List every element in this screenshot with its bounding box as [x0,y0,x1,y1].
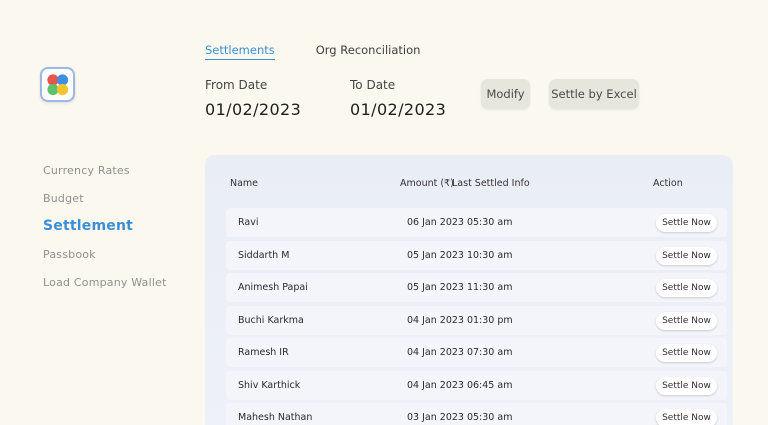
sidebar-item-currency-rates[interactable]: Currency Rates [43,156,193,184]
table-row: Siddarth M 05 Jan 2023 10:30 am Settle N… [226,241,727,270]
settle-now-button[interactable]: Settle Now [656,344,717,362]
row-name: Mahesh Nathan [238,412,313,423]
row-last-settled: 04 Jan 2023 06:45 am [407,380,513,391]
settle-now-button[interactable]: Settle Now [656,214,717,232]
settle-now-button[interactable]: Settle Now [656,377,717,395]
tab-bar: Settlements Org Reconciliation [205,43,420,60]
settlement-table: Name Amount (₹) Last Settled Info Action… [205,155,733,425]
settle-now-button[interactable]: Settle Now [656,312,717,330]
four-petal-logo-icon [47,74,69,96]
to-date-field[interactable]: 01/02/2023 [350,100,446,119]
from-date-label: From Date [205,78,268,92]
table-row: Mahesh Nathan 03 Jan 2023 05:30 am Settl… [226,403,727,425]
tab-settlements[interactable]: Settlements [205,43,275,60]
header-amount: Amount (₹) [400,178,454,189]
sidebar-nav: Currency Rates Budget Settlement Passboo… [43,156,193,296]
sidebar-item-passbook[interactable]: Passbook [43,240,193,268]
settle-now-button[interactable]: Settle Now [656,409,717,425]
settle-now-button[interactable]: Settle Now [656,279,717,297]
row-last-settled: 06 Jan 2023 05:30 am [407,217,513,228]
header-action: Action [653,178,683,189]
table-row: Buchi Karkma 04 Jan 2023 01:30 pm Settle… [226,306,727,335]
from-date-field[interactable]: 01/02/2023 [205,100,301,119]
sidebar-item-load-company-wallet[interactable]: Load Company Wallet [43,268,193,296]
app-logo[interactable] [40,67,75,102]
row-name: Buchi Karkma [238,315,304,326]
row-name: Animesh Papai [238,282,308,293]
table-row: Ramesh IR 04 Jan 2023 07:30 am Settle No… [226,338,727,367]
table-row: Shiv Karthick 04 Jan 2023 06:45 am Settl… [226,371,727,400]
settle-by-excel-button[interactable]: Settle by Excel [549,79,639,109]
row-name: Ravi [238,217,259,228]
table-header: Name Amount (₹) Last Settled Info Action [205,178,733,190]
sidebar-item-budget[interactable]: Budget [43,184,193,212]
row-last-settled: 03 Jan 2023 05:30 am [407,412,513,423]
to-date-label: To Date [350,78,396,92]
table-row: Animesh Papai 05 Jan 2023 11:30 am Settl… [226,273,727,302]
row-name: Siddarth M [238,250,290,261]
settle-now-button[interactable]: Settle Now [656,247,717,265]
header-last-settled: Last Settled Info [452,178,530,189]
sidebar-item-settlement[interactable]: Settlement [43,212,193,240]
tab-org-reconciliation[interactable]: Org Reconciliation [316,43,421,60]
row-name: Shiv Karthick [238,380,301,391]
table-row: Ravi 06 Jan 2023 05:30 am Settle Now [226,208,727,237]
header-name: Name [230,178,259,189]
row-last-settled: 04 Jan 2023 01:30 pm [407,315,513,326]
row-name: Ramesh IR [238,347,289,358]
row-last-settled: 04 Jan 2023 07:30 am [407,347,513,358]
modify-button[interactable]: Modify [481,79,530,109]
row-last-settled: 05 Jan 2023 10:30 am [407,250,513,261]
row-last-settled: 05 Jan 2023 11:30 am [407,282,513,293]
